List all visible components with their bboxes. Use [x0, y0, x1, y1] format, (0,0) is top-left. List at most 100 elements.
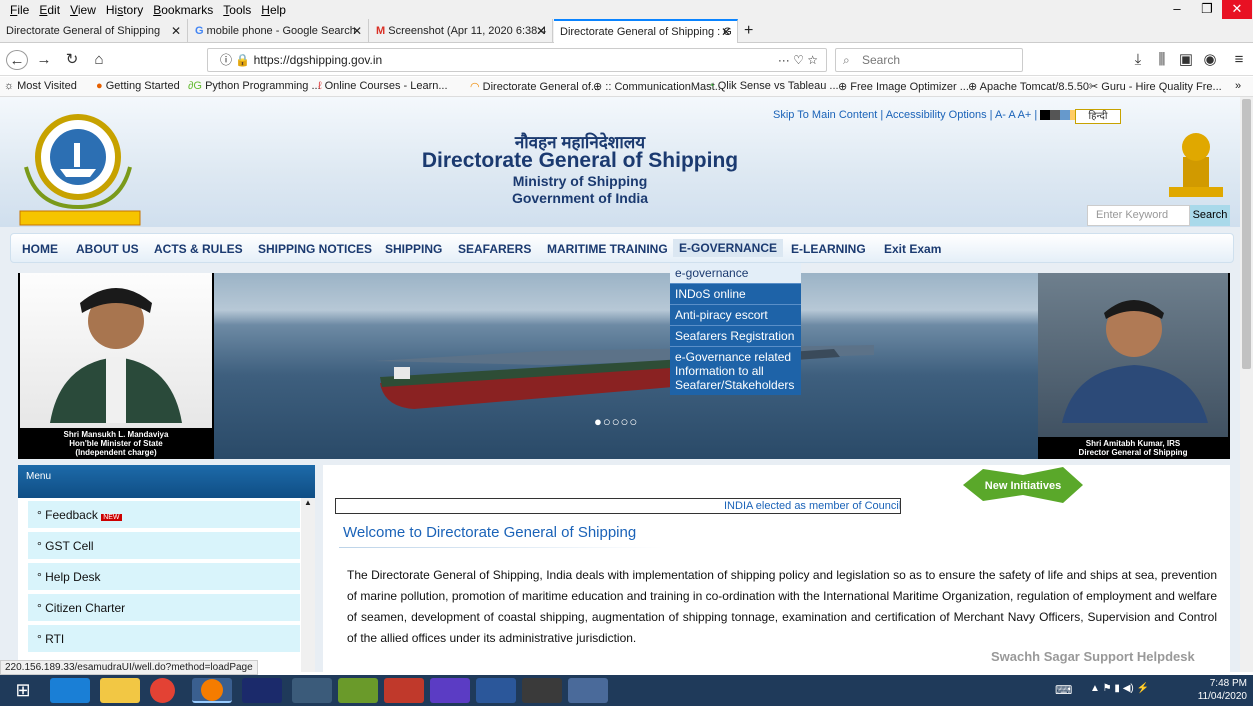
side-menu-scrollbar[interactable]: ▲: [301, 498, 315, 672]
bookmark-guru[interactable]: ✂ Guru - Hire Quality Fre...: [1089, 80, 1222, 93]
search-input[interactable]: ⌕ Search: [835, 48, 1023, 72]
tab-dgs-active[interactable]: Directorate General of Shipping : G ✕: [554, 19, 738, 43]
helpdesk-link[interactable]: Swachh Sagar Support Helpdesk: [991, 649, 1195, 664]
paint-app-icon[interactable]: [430, 678, 470, 703]
sidebar-icon[interactable]: ▣: [1175, 50, 1197, 70]
director-caption: Shri Amitabh Kumar, IRS Director General …: [1038, 437, 1228, 459]
hindi-language-button[interactable]: हिन्दी: [1075, 109, 1121, 124]
director-general-photo: Shri Amitabh Kumar, IRS Director General …: [1038, 273, 1228, 459]
close-tab-icon[interactable]: ✕: [721, 21, 731, 43]
maximize-icon[interactable]: ❐: [1192, 0, 1222, 19]
windows-start-icon[interactable]: ⊞: [6, 678, 40, 703]
dropdown-item-egov-information[interactable]: e-Governance related Information to all …: [670, 347, 801, 395]
side-menu-item-help-desk[interactable]: ° Help Desk: [28, 563, 300, 591]
side-menu-item-feedback[interactable]: ° Feedback NEW: [28, 501, 300, 529]
close-tab-icon[interactable]: ✕: [352, 19, 362, 43]
system-clock[interactable]: 7:48 PM 11/04/2020: [1198, 677, 1247, 703]
tab-label: Directorate General of Shipping : G: [560, 26, 732, 38]
nav-exit-exam[interactable]: Exit Exam: [884, 242, 941, 256]
nav-e-governance[interactable]: E-GOVERNANCE: [673, 239, 784, 257]
dropdown-item-e-governance[interactable]: e-governance: [670, 263, 801, 284]
side-menu-title: Menu: [18, 465, 315, 498]
presentation-app-icon[interactable]: [384, 678, 424, 703]
side-menu-item-citizen-charter[interactable]: ° Citizen Charter: [28, 594, 300, 622]
bookmark-getting-started[interactable]: ● Getting Started: [96, 80, 180, 92]
download-icon[interactable]: ⤓: [1127, 50, 1149, 70]
page-scrollbar[interactable]: [1240, 97, 1253, 672]
dropdown-item-seafarers-registration[interactable]: Seafarers Registration: [670, 326, 801, 347]
info-icon[interactable]: ⓘ: [220, 53, 235, 67]
reload-icon[interactable]: ↻: [61, 50, 83, 70]
nav-acts-rules[interactable]: ACTS & RULES: [154, 242, 243, 256]
page-actions-icon[interactable]: ··· ♡ ☆: [778, 49, 818, 71]
back-icon[interactable]: ←: [6, 50, 28, 70]
nav-home[interactable]: HOME: [22, 242, 58, 256]
bookmark-dgs[interactable]: ◠ Directorate General of...: [470, 80, 600, 93]
accessibility-links[interactable]: Skip To Main Content | Accessibility Opt…: [773, 109, 1091, 121]
tab-label: mobile phone - Google Search: [206, 25, 356, 37]
virtualbox-icon[interactable]: [292, 678, 332, 703]
keyword-search-button[interactable]: Search: [1190, 205, 1230, 226]
keyboard-icon[interactable]: ⌨: [1055, 683, 1072, 697]
bookmark-tomcat[interactable]: ⊕ Apache Tomcat/8.5.50: [968, 80, 1089, 93]
nav-shipping-notices[interactable]: SHIPPING NOTICES: [258, 242, 372, 256]
nav-seafarers[interactable]: SEAFARERS: [458, 242, 531, 256]
scroll-up-icon[interactable]: ▲: [304, 498, 312, 507]
bookmark-image-optimizer[interactable]: ⊕ Free Image Optimizer ...: [838, 80, 969, 93]
scrollbar-thumb[interactable]: [1242, 99, 1251, 369]
nav-e-learning[interactable]: E-LEARNING: [791, 242, 866, 256]
menu-view[interactable]: View: [70, 3, 96, 17]
keyword-search-input[interactable]: Enter Keyword: [1087, 205, 1190, 226]
tab-gmail[interactable]: M Screenshot (Apr 11, 2020 6:38:4 ✕: [370, 19, 553, 43]
menu-file[interactable]: File: [10, 3, 29, 17]
chrome-icon[interactable]: [150, 678, 175, 703]
paint-brush-icon[interactable]: [568, 678, 608, 703]
dropdown-item-indos-online[interactable]: INDoS online: [670, 284, 801, 305]
library-icon[interactable]: ⫼: [1151, 50, 1173, 70]
side-menu-item-rti[interactable]: ° RTI: [28, 625, 300, 653]
hamburger-menu-icon[interactable]: ≡: [1228, 50, 1250, 70]
tray-icons[interactable]: ▲ ⚑ ▮ ◀) ⚡: [1090, 683, 1149, 694]
close-tab-icon[interactable]: ✕: [536, 19, 546, 43]
menu-tools[interactable]: Tools: [223, 3, 251, 17]
bookmark-python[interactable]: ∂G Python Programming ...: [188, 80, 321, 92]
firefox-icon[interactable]: [192, 678, 232, 703]
address-bar[interactable]: ⓘ 🔒 https://dgshipping.gov.in ··· ♡ ☆: [207, 48, 827, 72]
navigation-toolbar: ← → ↻ ⌂ ⓘ 🔒 https://dgshipping.gov.in ··…: [0, 44, 1253, 76]
close-tab-icon[interactable]: ✕: [171, 19, 181, 43]
tab-google[interactable]: G mobile phone - Google Search ✕: [189, 19, 369, 43]
lock-icon: 🔒: [235, 53, 254, 67]
bookmarks-toolbar: ☼ Most Visited ● Getting Started ∂G Pyth…: [0, 77, 1253, 97]
more-bookmarks-icon[interactable]: »: [1235, 80, 1241, 92]
carousel-dots[interactable]: ●○○○○: [594, 414, 638, 429]
news-ticker[interactable]: INDIA elected as member of Council: [335, 498, 901, 514]
menu-edit[interactable]: Edit: [39, 3, 60, 17]
extension-icon[interactable]: ◉: [1199, 50, 1221, 70]
menu-bookmarks[interactable]: Bookmarks: [153, 3, 213, 17]
dropdown-item-anti-piracy[interactable]: Anti-piracy escort: [670, 305, 801, 326]
minister-portrait-image: [50, 288, 182, 423]
new-tab-button[interactable]: +: [740, 19, 766, 43]
home-icon[interactable]: ⌂: [88, 50, 110, 70]
snipping-tool-icon[interactable]: [522, 678, 562, 703]
tab-dgs-1[interactable]: Directorate General of Shipping ✕: [0, 19, 188, 43]
nav-shipping[interactable]: SHIPPING: [385, 242, 442, 256]
bookmark-most-visited[interactable]: ☼ Most Visited: [4, 80, 77, 92]
bookmark-qlik[interactable]: ◔ Qlik Sense vs Tableau ...: [708, 80, 839, 92]
new-initiatives-badge[interactable]: New Initiatives: [963, 465, 1083, 505]
eclipse-icon[interactable]: [242, 678, 282, 703]
bookmark-communication[interactable]: ⊕ :: CommunicationMast...: [593, 80, 724, 93]
nav-about-us[interactable]: ABOUT US: [76, 242, 139, 256]
file-explorer-icon[interactable]: [100, 678, 140, 703]
menu-help[interactable]: Help: [261, 3, 286, 17]
side-menu-item-gst-cell[interactable]: ° GST Cell: [28, 532, 300, 560]
bookmark-online-courses[interactable]: ℓ Online Courses - Learn...: [318, 80, 448, 92]
forward-icon[interactable]: →: [33, 50, 55, 70]
word-icon[interactable]: [476, 678, 516, 703]
menu-history[interactable]: History: [106, 3, 143, 17]
frog-app-icon[interactable]: [338, 678, 378, 703]
internet-explorer-icon[interactable]: [50, 678, 90, 703]
close-window-icon[interactable]: ✕: [1222, 0, 1252, 19]
nav-maritime-training[interactable]: MARITIME TRAINING: [547, 242, 668, 256]
minimize-icon[interactable]: ‒: [1162, 0, 1192, 19]
